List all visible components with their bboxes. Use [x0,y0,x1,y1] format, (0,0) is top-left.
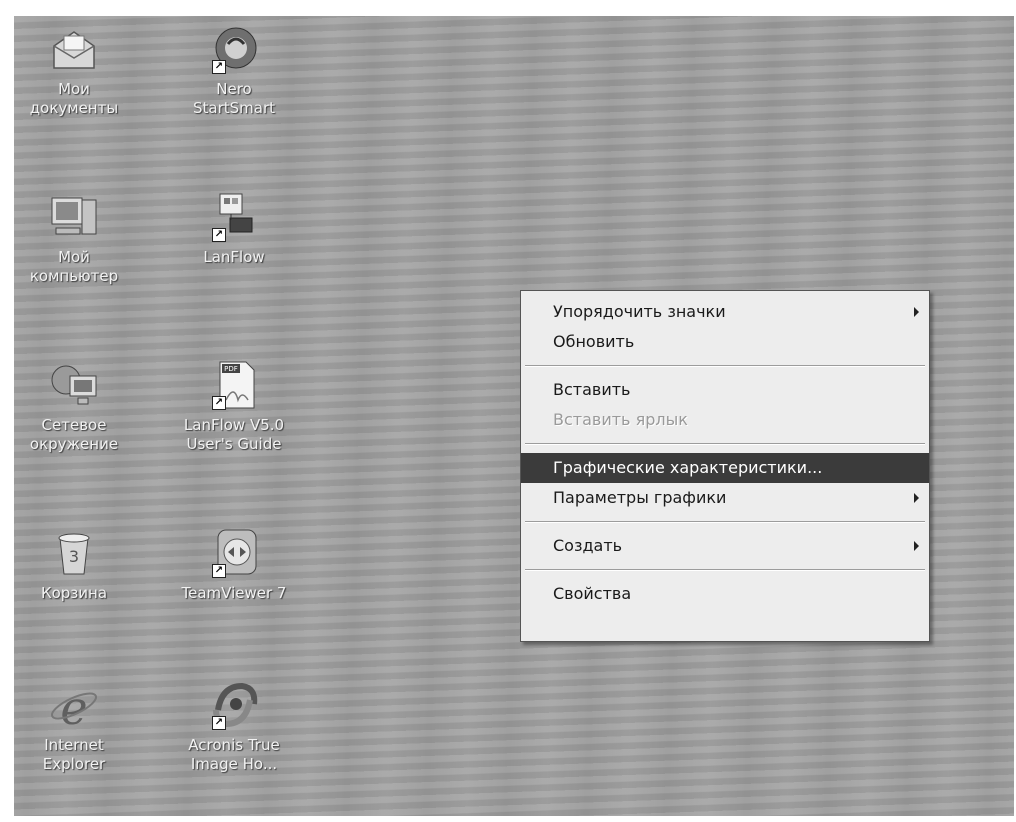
submenu-arrow-icon [914,307,919,317]
desktop[interactable]: Мои документы Мой компьютер Сетевое окру… [14,16,1014,816]
menu-item-graphics-options[interactable]: Параметры графики [521,483,929,513]
desktop-icon-lanflow-guide[interactable]: PDF ↗ LanFlow V5.0 User's Guide [174,360,294,454]
desktop-icon-internet-explorer[interactable]: e Internet Explorer [14,680,134,774]
menu-item-paste-shortcut: Вставить ярлык [521,405,929,435]
menu-item-label: Обновить [553,332,635,351]
acronis-icon: ↗ [208,680,260,730]
shortcut-arrow-icon: ↗ [212,716,226,730]
submenu-arrow-icon [914,493,919,503]
icon-label: Корзина [40,584,108,602]
teamviewer-icon: ↗ [208,528,260,578]
icon-label: Сетевое окружение [29,416,119,453]
context-menu: Упорядочить значки Обновить Вставить Вст… [520,290,930,642]
icon-label: Nero StartSmart [192,80,276,117]
nero-icon: ↗ [208,24,260,74]
desktop-icon-lanflow[interactable]: ↗ LanFlow [174,192,294,267]
svg-text:e: e [60,681,87,730]
desktop-icon-acronis[interactable]: ↗ Acronis True Image Ho... [174,680,294,774]
desktop-icon-network[interactable]: Сетевое окружение [14,360,134,454]
menu-item-label: Свойства [553,584,632,603]
icon-label: LanFlow [203,248,265,266]
menu-item-label: Упорядочить значки [553,302,726,321]
desktop-icon-my-computer[interactable]: Мой компьютер [14,192,134,286]
menu-item-label: Вставить [553,380,631,399]
desktop-icon-my-documents[interactable]: Мои документы [14,24,134,118]
icon-label: Мои документы [29,80,119,117]
menu-separator [525,365,925,367]
menu-item-label: Вставить ярлык [553,410,688,429]
lanflow-icon: ↗ [208,192,260,242]
menu-item-refresh[interactable]: Обновить [521,327,929,357]
icon-label: Internet Explorer [42,736,106,773]
shortcut-arrow-icon: ↗ [212,60,226,74]
shortcut-arrow-icon: ↗ [212,228,226,242]
shortcut-arrow-icon: ↗ [212,396,226,410]
menu-item-label: Графические характеристики... [553,458,823,477]
icon-label: Acronis True Image Ho... [188,736,280,773]
menu-separator [525,521,925,523]
recycle-bin-icon: 3 [48,528,100,578]
my-computer-icon [48,192,100,242]
svg-text:PDF: PDF [224,365,238,373]
internet-explorer-icon: e [48,680,100,735]
menu-item-label: Параметры графики [553,488,727,507]
desktop-icon-nero[interactable]: ↗ Nero StartSmart [174,24,294,118]
shortcut-arrow-icon: ↗ [212,564,226,578]
svg-text:3: 3 [69,547,79,566]
menu-separator [525,569,925,571]
submenu-arrow-icon [914,541,919,551]
desktop-icon-teamviewer[interactable]: ↗ TeamViewer 7 [174,528,294,603]
menu-item-properties[interactable]: Свойства [521,579,929,609]
menu-item-arrange-icons[interactable]: Упорядочить значки [521,297,929,327]
menu-item-graphics-properties[interactable]: Графические характеристики... [521,453,929,483]
network-icon [48,360,100,410]
icon-label: Мой компьютер [29,248,119,285]
menu-item-new[interactable]: Создать [521,531,929,561]
icon-label: TeamViewer 7 [181,584,287,602]
menu-item-paste[interactable]: Вставить [521,375,929,405]
menu-item-label: Создать [553,536,623,555]
my-documents-icon [48,24,100,74]
icon-label: LanFlow V5.0 User's Guide [183,416,285,453]
pdf-icon: PDF ↗ [208,360,260,410]
menu-separator [525,443,925,445]
desktop-icon-recycle-bin[interactable]: 3 Корзина [14,528,134,603]
